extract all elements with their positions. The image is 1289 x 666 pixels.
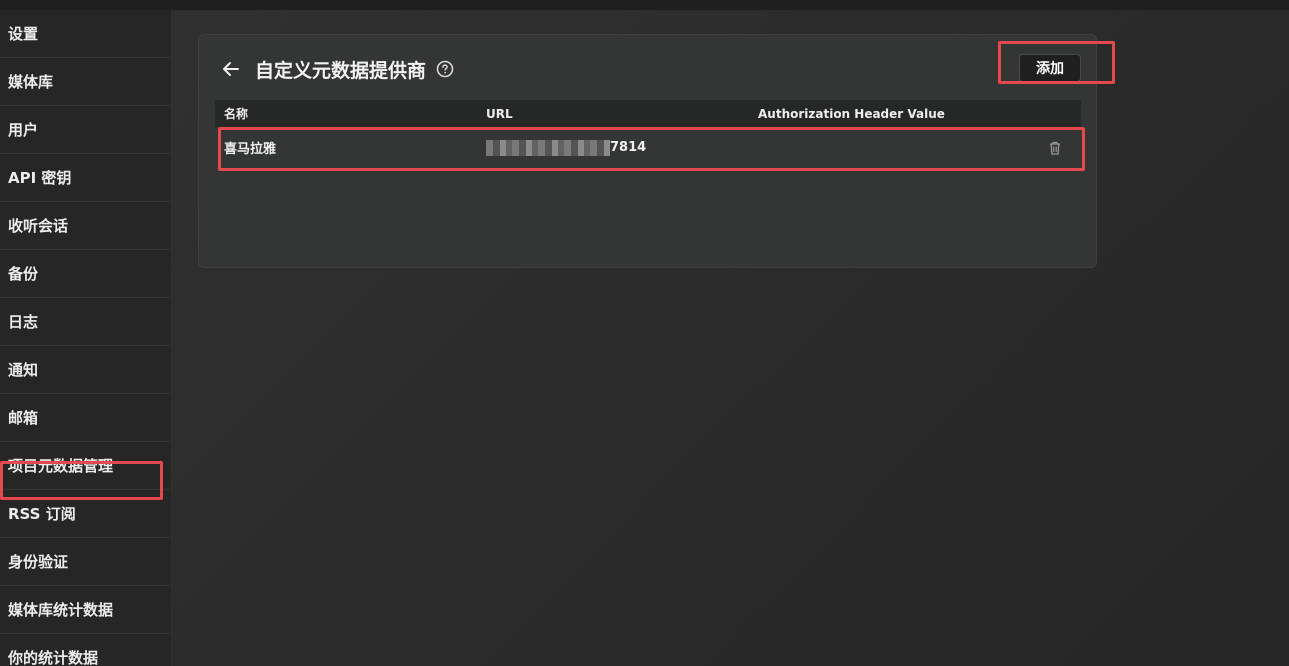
sidebar-item-rss[interactable]: RSS 订阅 <box>0 490 171 538</box>
sidebar-item-email[interactable]: 邮箱 <box>0 394 171 442</box>
column-header-url: URL <box>486 106 513 121</box>
sidebar-item-libraries[interactable]: 媒体库 <box>0 58 171 106</box>
sidebar-item-logs[interactable]: 日志 <box>0 298 171 346</box>
providers-table: 名称 URL Authorization Header Value 喜马拉雅 7… <box>215 100 1081 169</box>
provider-url: 7814 <box>486 139 758 156</box>
sidebar-item-users[interactable]: 用户 <box>0 106 171 154</box>
question-circle-icon[interactable] <box>436 60 454 78</box>
column-header-name: 名称 <box>224 107 249 121</box>
sidebar: 设置 媒体库 用户 API 密钥 收听会话 备份 日志 通知 邮箱 项目元数据管… <box>0 10 172 666</box>
table-header: 名称 URL Authorization Header Value <box>215 100 1081 127</box>
sidebar-item-library-stats[interactable]: 媒体库统计数据 <box>0 586 171 634</box>
sidebar-item-user-stats[interactable]: 你的统计数据 <box>0 634 171 666</box>
redacted-url-blur <box>486 139 610 156</box>
row-actions <box>1028 140 1081 156</box>
main-content: 自定义元数据提供商 添加 名称 URL Authorization Header… <box>172 10 1289 666</box>
sidebar-item-item-metadata[interactable]: 项目元数据管理 <box>0 442 171 490</box>
add-button[interactable]: 添加 <box>1019 54 1081 82</box>
provider-name: 喜马拉雅 <box>224 142 277 157</box>
sidebar-item-sessions[interactable]: 收听会话 <box>0 202 171 250</box>
top-bar <box>0 0 1289 10</box>
table-row[interactable]: 喜马拉雅 7814 <box>215 127 1081 169</box>
sidebar-item-settings[interactable]: 设置 <box>0 10 171 58</box>
arrow-left-icon[interactable] <box>219 57 243 81</box>
page-title: 自定义元数据提供商 <box>255 59 427 82</box>
card-header: 自定义元数据提供商 <box>219 53 454 85</box>
provider-url-suffix: 7814 <box>610 140 647 155</box>
sidebar-item-backups[interactable]: 备份 <box>0 250 171 298</box>
sidebar-item-notifications[interactable]: 通知 <box>0 346 171 394</box>
trash-icon[interactable] <box>1048 140 1062 156</box>
custom-metadata-providers-card: 自定义元数据提供商 添加 名称 URL Authorization Header… <box>198 34 1097 268</box>
column-header-authorization: Authorization Header Value <box>758 106 945 121</box>
sidebar-item-api-keys[interactable]: API 密钥 <box>0 154 171 202</box>
sidebar-item-authentication[interactable]: 身份验证 <box>0 538 171 586</box>
